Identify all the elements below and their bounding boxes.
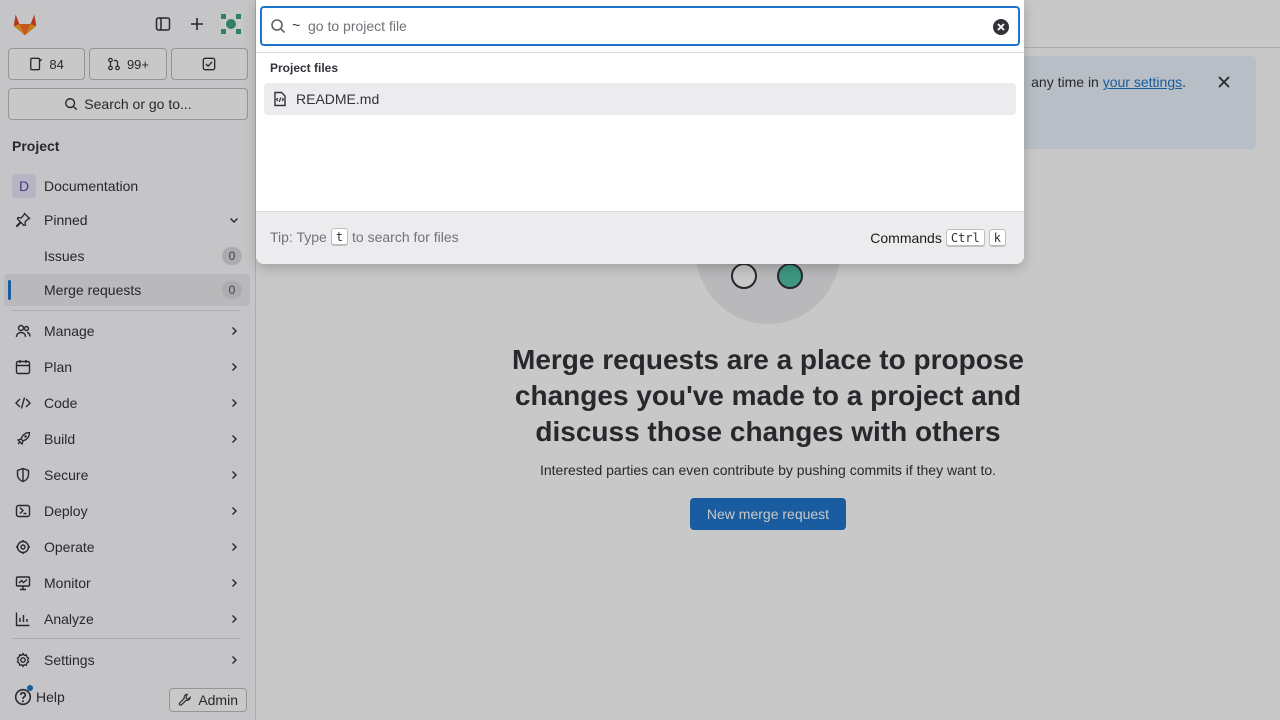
commands-label: Commands bbox=[870, 230, 942, 246]
file-icon bbox=[274, 91, 286, 107]
command-palette-footer: Tip: Type t to search for files Commands… bbox=[256, 211, 1024, 264]
command-palette-search-input[interactable]: ~ go to project file bbox=[260, 6, 1020, 46]
tip-suffix: to search for files bbox=[352, 229, 459, 245]
ctrl-key: Ctrl bbox=[945, 229, 985, 247]
tip-key: t bbox=[330, 228, 349, 246]
search-icon bbox=[271, 19, 286, 34]
result-name: README.md bbox=[296, 91, 380, 107]
results-group-title: Project files bbox=[270, 61, 339, 75]
k-key: k bbox=[988, 229, 1006, 247]
search-placeholder: go to project file bbox=[308, 18, 407, 34]
tip-prefix: Tip: Type bbox=[270, 229, 327, 245]
commands-hint: Commands Ctrl k bbox=[870, 229, 1006, 247]
search-result-item[interactable]: README.md bbox=[264, 83, 1016, 115]
tip-text: Tip: Type t to search for files bbox=[270, 228, 459, 246]
search-scope-prefix: ~ bbox=[292, 17, 301, 33]
command-palette-modal: ~ go to project file Project files READM… bbox=[256, 0, 1024, 264]
clear-input-icon[interactable] bbox=[992, 18, 1010, 36]
divider bbox=[256, 52, 1024, 53]
